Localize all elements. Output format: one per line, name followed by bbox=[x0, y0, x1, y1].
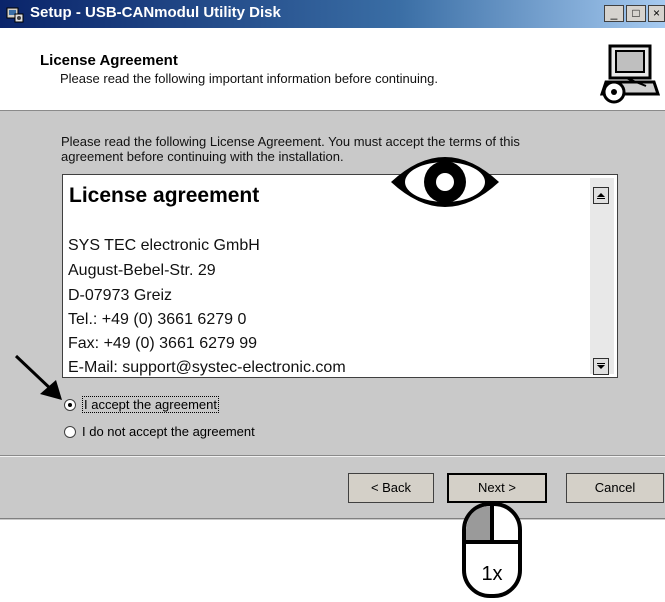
accept-label[interactable]: I accept the agreement bbox=[82, 396, 219, 414]
cancel-button[interactable]: Cancel bbox=[566, 473, 664, 503]
decline-label[interactable]: I do not accept the agreement bbox=[82, 424, 255, 439]
scroll-down-button[interactable] bbox=[593, 358, 609, 375]
license-heading: License agreement bbox=[69, 184, 260, 207]
eye-icon bbox=[391, 157, 499, 207]
minimize-button[interactable]: _ bbox=[604, 5, 624, 22]
wizard-header: License Agreement Please read the follow… bbox=[0, 28, 665, 111]
installer-computer-logo bbox=[596, 42, 660, 106]
close-button[interactable]: × bbox=[648, 5, 665, 22]
scroll-down-icon bbox=[597, 363, 605, 369]
instructions-text: Please read the following License Agreem… bbox=[61, 134, 606, 164]
title-bar: Setup - USB-CANmodul Utility Disk _ □ × bbox=[0, 0, 665, 28]
license-line: E-Mail: support@systec-electronic.com bbox=[68, 359, 346, 376]
license-line: Fax: +49 (0) 3661 6279 99 bbox=[68, 335, 258, 352]
pointer-arrow-icon bbox=[14, 354, 62, 400]
accept-radio[interactable] bbox=[64, 398, 76, 411]
mouse-left-click-icon: 1x bbox=[462, 502, 522, 598]
license-line: August-Bebel-Str. 29 bbox=[68, 262, 216, 279]
accept-option[interactable]: I accept the agreement bbox=[64, 396, 219, 414]
footer-divider bbox=[0, 455, 665, 457]
scroll-up-icon bbox=[597, 193, 605, 199]
license-line: D-07973 Greiz bbox=[68, 287, 173, 304]
instructions-line: agreement before continuing with the ins… bbox=[61, 149, 344, 164]
click-count-label: 1x bbox=[481, 563, 502, 585]
window-title: Setup - USB-CANmodul Utility Disk bbox=[30, 4, 281, 21]
back-button[interactable]: < Back bbox=[348, 473, 434, 503]
scroll-up-button[interactable] bbox=[593, 187, 609, 204]
setup-window: Setup - USB-CANmodul Utility Disk _ □ × … bbox=[0, 0, 665, 520]
page-title: License Agreement bbox=[40, 52, 178, 69]
setup-app-icon bbox=[6, 7, 24, 23]
license-scrollbar[interactable] bbox=[590, 178, 614, 375]
instructions-line: Please read the following License Agreem… bbox=[61, 134, 520, 149]
window-bottom-edge bbox=[0, 518, 665, 519]
license-line: SYS TEC electronic GmbH bbox=[68, 237, 260, 254]
decline-radio[interactable] bbox=[64, 425, 76, 438]
license-text-area[interactable]: License agreement SYS TEC electronic Gmb… bbox=[62, 174, 618, 378]
next-button[interactable]: Next > bbox=[447, 473, 547, 503]
radio-selected-dot bbox=[68, 402, 72, 407]
page-subtitle: Please read the following important info… bbox=[60, 71, 438, 86]
decline-option[interactable]: I do not accept the agreement bbox=[64, 423, 255, 441]
license-line: Tel.: +49 (0) 3661 6279 0 bbox=[68, 311, 247, 328]
maximize-button[interactable]: □ bbox=[626, 5, 646, 22]
